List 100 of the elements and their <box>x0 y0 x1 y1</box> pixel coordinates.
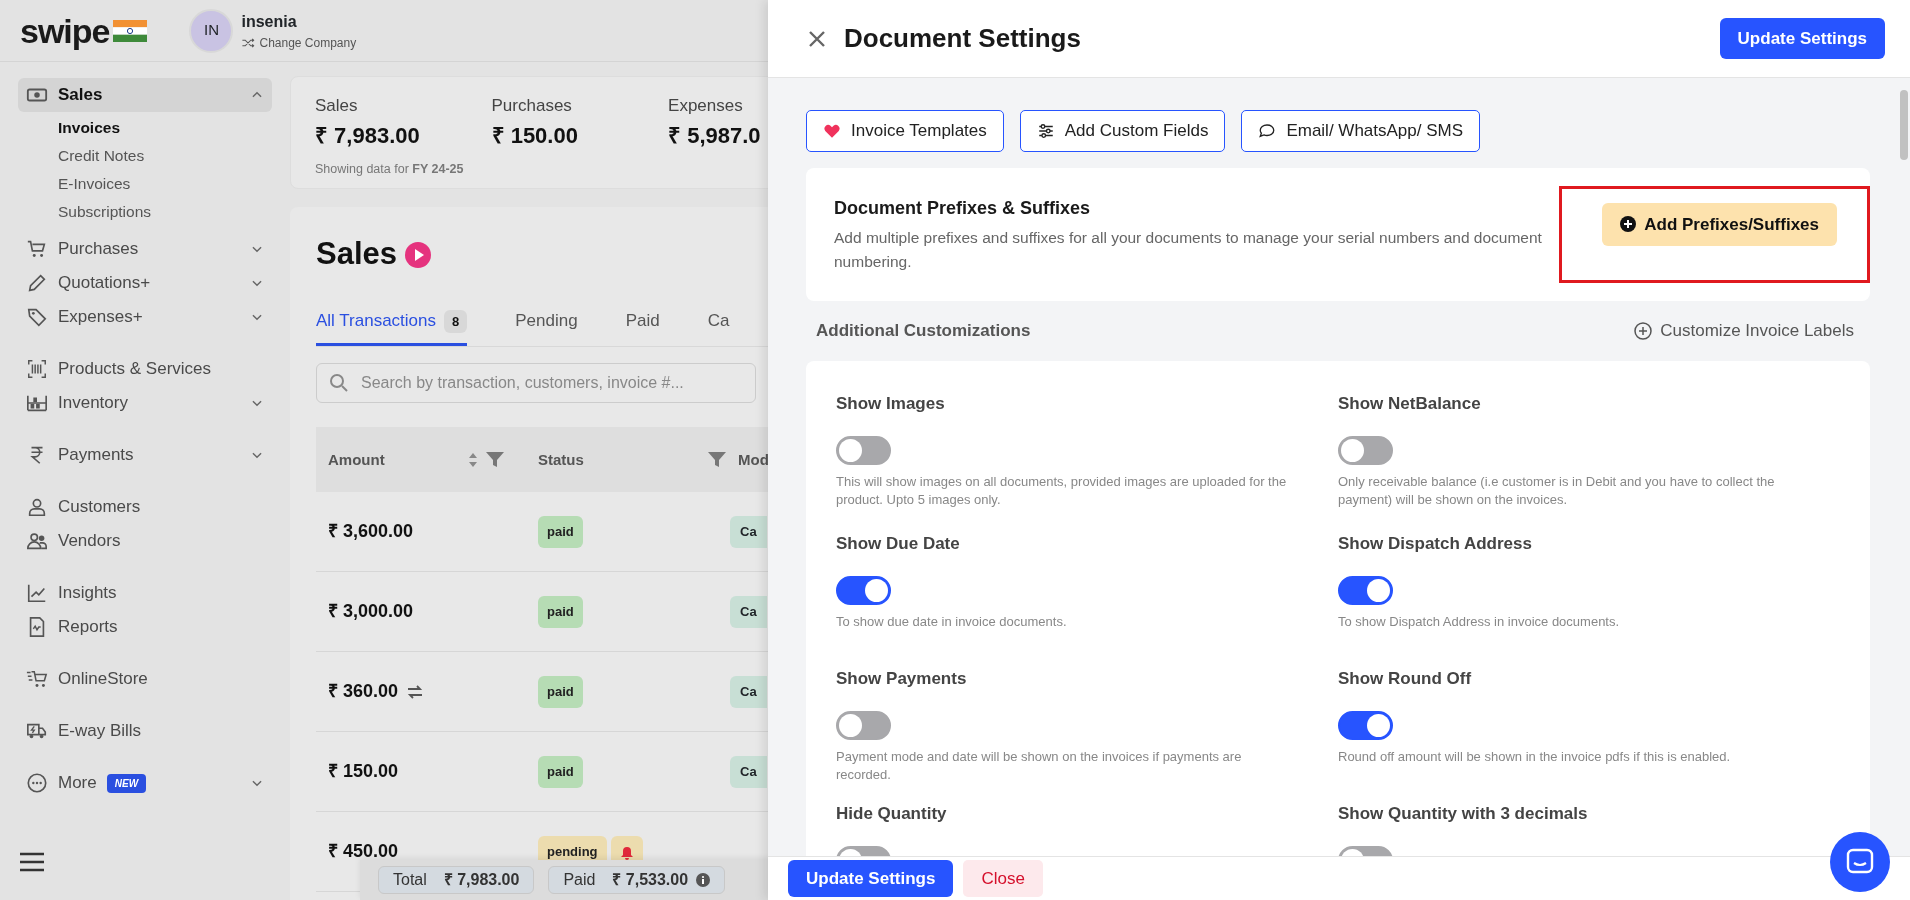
tab[interactable]: All Transactions 8 <box>316 301 468 347</box>
sidebar-item[interactable]: Expenses+ <box>18 300 272 334</box>
status-badge: paid <box>538 676 583 708</box>
filter-icon <box>708 451 726 468</box>
barcode-icon <box>26 358 48 380</box>
setting-hint: Only receivable balance (i.e customer is in Debit and you have to collect the payment) will be shown on the invoices. <box>1338 473 1776 510</box>
summary-pill: Paid ₹ 7,533.00 <box>548 866 726 894</box>
sidebar-item[interactable]: More NEW <box>18 766 272 800</box>
amount: ₹ 3,000.00 <box>328 600 414 624</box>
avatar: IN <box>189 8 234 53</box>
sidebar-item[interactable]: E-way Bills <box>18 714 272 748</box>
sidebar-item[interactable]: Payments <box>18 438 272 472</box>
payment-mode: Ca <box>730 516 767 548</box>
setting-hint: Round off amount will be shown in the invoice pdfs if this is enabled. <box>1338 748 1732 766</box>
amount: ₹ 360.00 <box>328 680 399 704</box>
column-header: Mod <box>738 449 769 470</box>
sidebar-item[interactable]: Customers <box>18 490 272 524</box>
toggle-switch[interactable] <box>1338 576 1393 605</box>
sidebar-subitem[interactable]: Credit Notes <box>58 142 272 170</box>
tab[interactable]: Pending <box>515 301 578 347</box>
bell-icon <box>619 845 634 860</box>
sidebar-subitem[interactable]: Subscriptions <box>58 198 272 226</box>
payment-mode: Ca <box>730 756 767 788</box>
company-name: insenia <box>241 11 298 32</box>
column-header: Status <box>538 449 585 470</box>
data-period-note: Showing data for FY 24-25 <box>315 160 465 178</box>
toggle-switch[interactable] <box>1338 436 1393 465</box>
new-badge: NEW <box>106 773 147 793</box>
link-button[interactable]: Add Custom Fields <box>1019 110 1226 152</box>
amount: ₹ 450.00 <box>328 840 399 864</box>
card-description: Add multiple prefixes and suffixes for all your documents to manage your serial numbers and document numbering. <box>834 227 1543 272</box>
setting-label: Show Quantity with 3 decimals <box>1338 802 1589 825</box>
count-badge: 8 <box>444 309 468 333</box>
search-field[interactable]: Search by transaction, customers, invoice #... <box>316 363 756 404</box>
stat-value: ₹ 5,987.0 <box>668 121 762 150</box>
setting-hint: This will show images on all documents, provided images are uploaded for the product. Upto 5 images only. <box>836 473 1288 510</box>
link-button[interactable]: Email/ WhatsApp/ SMS <box>1241 110 1481 152</box>
sidebar-item[interactable]: Insights <box>18 576 272 610</box>
close-button[interactable] <box>808 29 826 48</box>
menu-icon <box>20 852 44 872</box>
setting-label: Show NetBalance <box>1338 392 1482 415</box>
line-chart-icon <box>26 582 48 604</box>
toggle-switch[interactable] <box>1338 711 1393 740</box>
sidebar-item[interactable]: Vendors <box>18 524 272 558</box>
tag-icon <box>26 306 48 328</box>
sidebar-item[interactable]: Sales <box>18 78 272 112</box>
scrollbar <box>1900 90 1908 160</box>
setting-hint: To show due date in invoice documents. <box>836 613 1068 631</box>
cart-icon <box>26 238 48 260</box>
setting-label: Show Images <box>836 392 946 415</box>
sidebar-subitem[interactable]: Invoices <box>58 114 272 142</box>
pencil-icon <box>26 272 48 294</box>
sidebar-subitem[interactable]: E-Invoices <box>58 170 272 198</box>
stat-label: Expenses <box>668 95 744 117</box>
summary-pill: Total ₹ 7,983.00 <box>378 866 535 894</box>
update-settings-button[interactable]: Update Settings <box>788 859 954 898</box>
flag-icon <box>113 19 148 42</box>
status-badge: paid <box>538 516 583 548</box>
more-icon <box>26 772 48 794</box>
drawer-title: Document Settings <box>844 22 1081 55</box>
payment-mode: Ca <box>730 596 767 628</box>
setting-hint: Payment mode and date will be shown on the invoices if payments are recorded. <box>836 748 1243 785</box>
stat-value: ₹ 150.00 <box>491 121 579 150</box>
add-prefixes-button[interactable]: Add Prefixes/Suffixes <box>1602 202 1837 246</box>
section-title: Additional Customizations <box>816 320 1031 342</box>
stat-value: ₹ 7,983.00 <box>315 121 421 150</box>
tab[interactable]: Paid <box>625 301 660 347</box>
close-button[interactable]: Close <box>963 859 1043 898</box>
setting-label: Show Dispatch Address <box>1338 532 1533 555</box>
setting-label: Show Payments <box>836 667 968 690</box>
link-button[interactable]: Invoice Templates <box>806 110 1004 152</box>
change-company-link[interactable]: Change Company <box>241 33 357 52</box>
tab[interactable]: Ca <box>707 301 730 347</box>
setting-label: Show Round Off <box>1338 667 1473 690</box>
shuffle-icon <box>241 35 256 50</box>
sliders-icon <box>1036 121 1055 140</box>
customize-labels-link[interactable]: Customize Invoice Labels <box>1628 317 1860 345</box>
plus-icon <box>1634 321 1653 340</box>
play-icon <box>405 241 431 268</box>
sidebar-item[interactable]: Products & Services <box>18 352 272 386</box>
sidebar-item[interactable]: Quotations+ <box>18 266 272 300</box>
setting-label: Show Due Date <box>836 532 961 555</box>
status-badge: paid <box>538 596 583 628</box>
cart-icon <box>26 668 48 690</box>
logo-text: swipe <box>20 13 110 48</box>
sidebar-item[interactable]: Reports <box>18 610 272 644</box>
update-settings-button[interactable]: Update Settings <box>1719 17 1885 60</box>
stat-label: Purchases <box>491 95 573 117</box>
toggle-switch[interactable] <box>836 576 891 605</box>
status-badge: paid <box>538 756 583 788</box>
setting-hint: To show Dispatch Address in invoice documents. <box>1338 613 1621 631</box>
sidebar-item[interactable]: OnlineStore <box>18 662 272 696</box>
close-icon <box>808 29 826 48</box>
payment-mode: Ca <box>730 676 767 708</box>
toggle-switch[interactable] <box>836 711 891 740</box>
toggle-switch[interactable] <box>836 436 891 465</box>
plus-icon <box>1620 216 1637 233</box>
sidebar-item[interactable]: Purchases <box>18 232 272 266</box>
sidebar-item[interactable]: Inventory <box>18 386 272 420</box>
chat-icon <box>1258 121 1277 140</box>
